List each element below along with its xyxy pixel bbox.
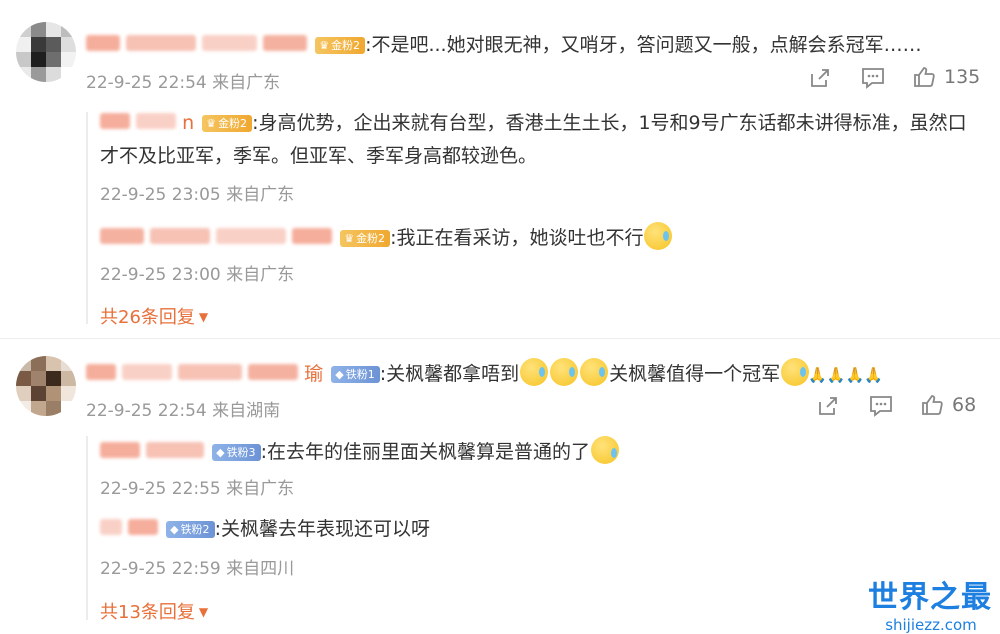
comment-button[interactable]	[860, 66, 886, 94]
laugh-cry-emoji-icon	[590, 436, 619, 464]
watermark-title: 世界之最	[868, 580, 992, 615]
comment-actions: 68	[816, 394, 986, 420]
reply-text-line: n ♛ 金粉2:身高优势，企出来就有台型，香港土生土长，1号和9号广东话都未讲得标…	[100, 110, 967, 136]
reply-meta: 22-9-25 23:05 来自广东	[100, 185, 295, 205]
username-redacted[interactable]	[100, 441, 210, 463]
comment-icon	[862, 68, 884, 89]
fan-badge: ♛ 金粉2	[340, 230, 391, 247]
share-button[interactable]	[808, 66, 832, 94]
comment-meta: 22-9-25 22:54 来自广东	[86, 73, 281, 93]
more-replies-link[interactable]: 共13条回复 ▼	[100, 598, 208, 624]
diamond-icon: ◆	[335, 368, 344, 381]
share-icon	[819, 397, 837, 415]
comment-1: ♛ 金粉2:不是吧...她对眼无神，又哨牙，答问题又一般，点解会系冠军…… 22-…	[0, 0, 1000, 340]
comment-meta: 22-9-25 22:54 来自湖南	[86, 401, 281, 421]
watermark: 世界之最 shijiezz.com	[868, 572, 994, 634]
divider	[0, 338, 1000, 339]
more-replies-link[interactable]: 共26条回复 ▼	[100, 303, 208, 329]
reply-text: :我正在看采访，她谈吐也不行	[390, 227, 644, 249]
comment-text-a: :关枫馨都拿唔到	[379, 363, 520, 385]
username-redacted[interactable]: n	[100, 112, 200, 134]
reply-meta: 22-9-25 22:55 来自广东	[100, 479, 295, 499]
reply-meta: 22-9-25 22:59 来自四川	[100, 559, 295, 579]
like-button[interactable]: 68	[920, 393, 976, 417]
crown-icon: ♛	[319, 39, 330, 52]
like-count: 68	[952, 394, 977, 416]
sweat-emoji-icon	[644, 222, 673, 250]
like-icon	[914, 67, 935, 87]
username-redacted[interactable]	[86, 34, 313, 56]
reply-text: :关枫馨去年表现还可以呀	[214, 518, 430, 540]
comment-button[interactable]	[868, 394, 894, 422]
watermark-url: shijiezz.com	[885, 616, 977, 634]
reply-text: :在去年的佳丽里面关枫馨算是普通的了	[260, 441, 590, 463]
pray-icon: 🙏🙏🙏🙏	[808, 366, 883, 384]
reply-text-line: ♛ 金粉2:我正在看采访，她谈吐也不行	[100, 222, 673, 251]
like-count: 135	[944, 66, 981, 88]
sweat-emoji-icon	[550, 358, 579, 386]
sweat-emoji-icon	[520, 358, 549, 386]
avatar[interactable]	[16, 22, 76, 82]
reply-rail	[86, 112, 88, 324]
share-button[interactable]	[816, 394, 840, 422]
like-button[interactable]: 135	[912, 65, 980, 89]
diamond-icon: ◆	[170, 523, 179, 536]
reply-text: :身高优势，企出来就有台型，香港土生土长，1号和9号广东话都未讲得标准，虽然口	[252, 112, 967, 134]
comment-text-line: ♛ 金粉2:不是吧...她对眼无神，又哨牙，答问题又一般，点解会系冠军……	[86, 32, 922, 58]
comment-text: :不是吧...她对眼无神，又哨牙，答问题又一般，点解会系冠军……	[365, 34, 922, 56]
share-icon	[811, 69, 829, 87]
reply-text-line: ◆ 铁粉3:在去年的佳丽里面关枫馨算是普通的了	[100, 436, 620, 465]
fan-badge: ◆ 铁粉2	[166, 521, 215, 538]
diamond-icon: ◆	[216, 446, 225, 459]
comment-icon	[870, 396, 892, 417]
comment-actions: 135	[808, 66, 988, 92]
like-icon	[922, 395, 943, 415]
crown-icon: ♛	[206, 117, 217, 130]
reply-meta: 22-9-25 23:00 来自广东	[100, 265, 295, 285]
comment-2: 瑜 ◆ 铁粉1:关枫馨都拿唔到 关枫馨值得一个冠军 🙏🙏🙏🙏 22-9-25 22:5…	[0, 340, 1000, 631]
comment-text-b: 关枫馨值得一个冠军	[609, 363, 781, 385]
username-redacted[interactable]	[100, 518, 164, 540]
sweat-emoji-icon	[781, 358, 810, 386]
fan-badge: ♛ 金粉2	[315, 37, 366, 54]
reply-text-line-2: 才不及比亚军，季军。但亚军、季军身高都较逊色。	[100, 145, 538, 167]
fan-badge: ◆ 铁粉3	[212, 444, 261, 461]
avatar[interactable]	[16, 356, 76, 416]
comment-text-line: 瑜 ◆ 铁粉1:关枫馨都拿唔到 关枫馨值得一个冠军 🙏🙏🙏🙏	[86, 358, 883, 388]
reply-text-line: ◆ 铁粉2:关枫馨去年表现还可以呀	[100, 516, 430, 542]
fan-badge: ♛ 金粉2	[202, 115, 253, 132]
fan-badge: ◆ 铁粉1	[331, 366, 380, 383]
username-redacted[interactable]: 瑜	[86, 363, 329, 385]
username-redacted[interactable]	[100, 227, 338, 249]
chevron-down-icon: ▼	[198, 605, 209, 619]
crown-icon: ♛	[344, 232, 355, 245]
chevron-down-icon: ▼	[198, 310, 209, 324]
reply-rail	[86, 436, 88, 620]
sweat-emoji-icon	[580, 358, 609, 386]
